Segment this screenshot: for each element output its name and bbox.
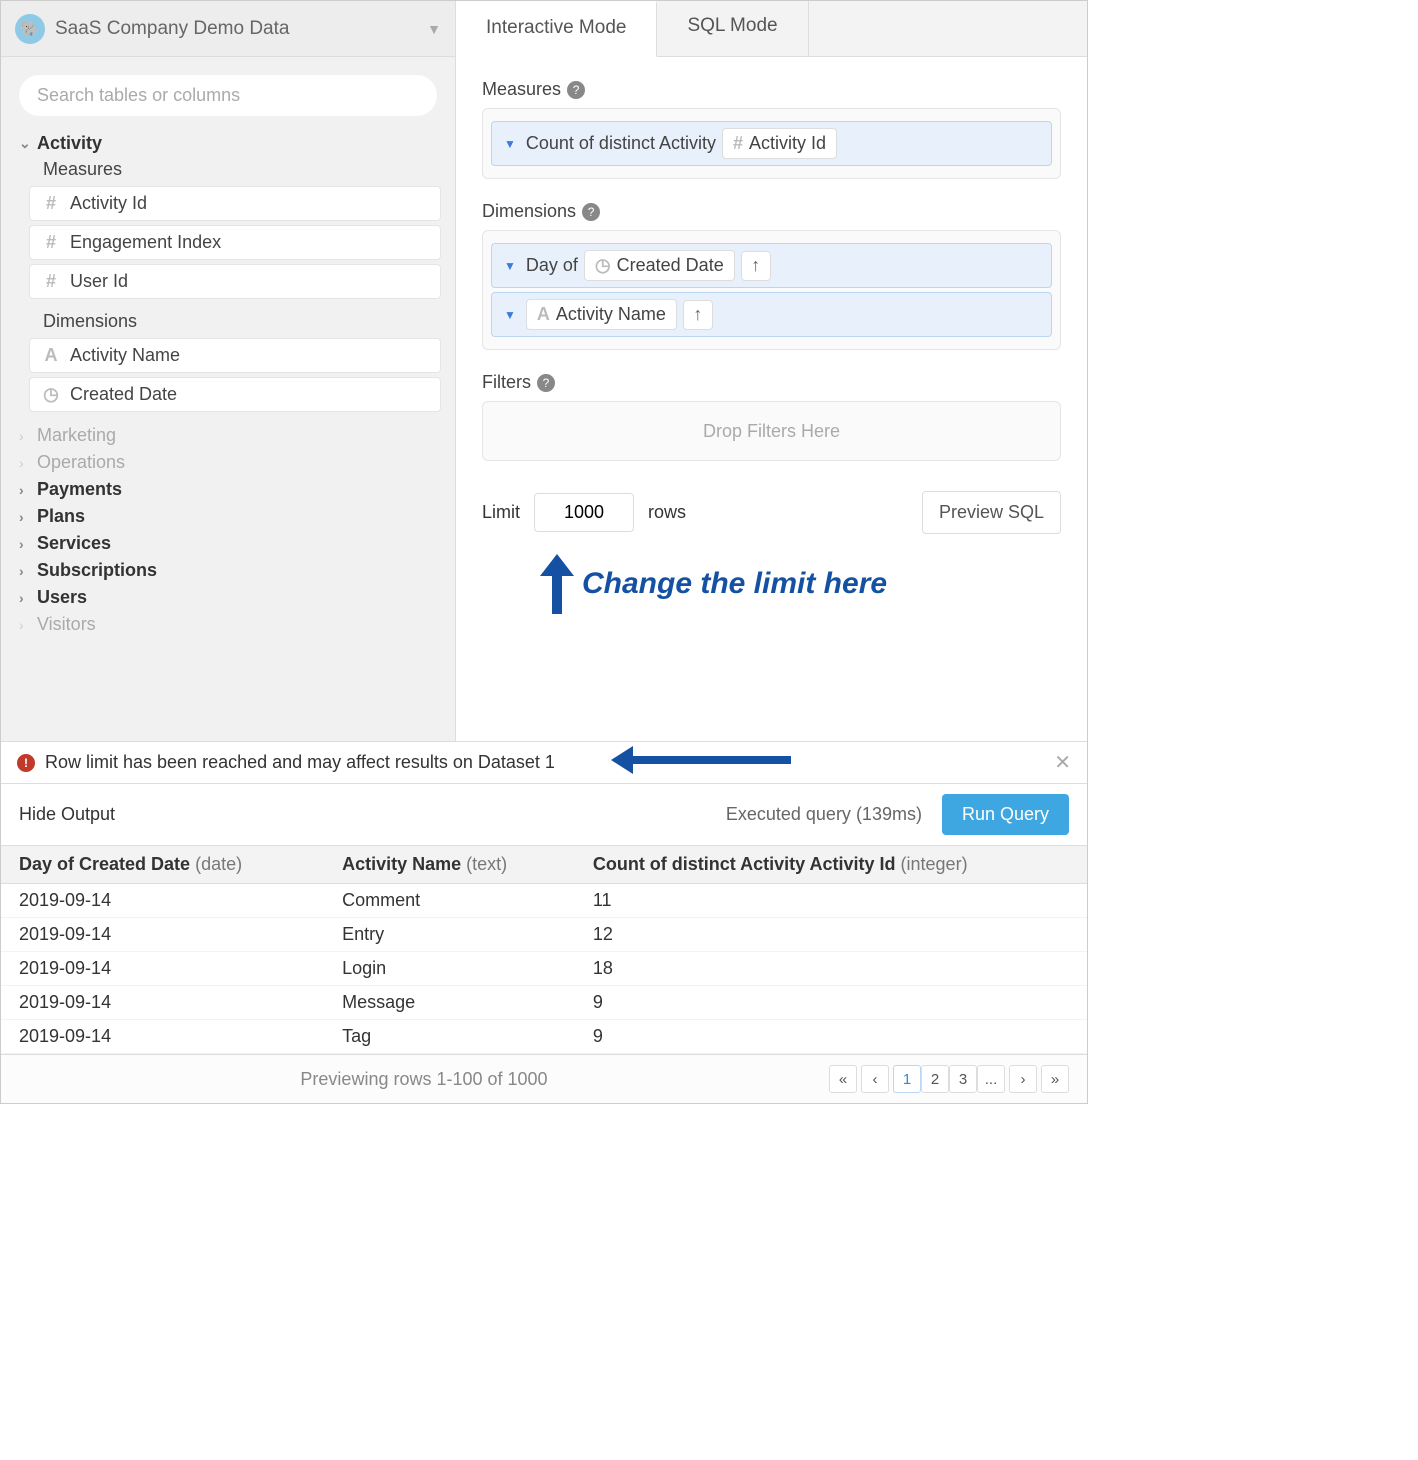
column-header[interactable]: Activity Name (text) [324, 846, 575, 884]
table-users[interactable]: ›Users [1, 584, 455, 611]
dimensions-header: Dimensions [1, 309, 455, 334]
chevron-right-icon: › [19, 509, 37, 525]
table-row: 2019-09-14Entry12 [1, 918, 1087, 952]
tab-sql[interactable]: SQL Mode [657, 1, 808, 57]
main-panel: Interactive Mode SQL Mode Measures ? ▼ C… [456, 1, 1087, 741]
limit-label: Limit [482, 502, 520, 523]
page-number[interactable]: ... [977, 1065, 1005, 1093]
dimension-chip[interactable]: ▼ AActivity Name↑ [491, 292, 1052, 337]
table-activity[interactable]: ⌄ Activity [1, 130, 455, 157]
type-icon: ◷ [40, 384, 62, 405]
measure-item[interactable]: #Activity Id [29, 186, 441, 221]
table-payments[interactable]: ›Payments [1, 476, 455, 503]
table-services[interactable]: ›Services [1, 530, 455, 557]
table-visitors[interactable]: ›Visitors [1, 611, 455, 638]
measure-chip[interactable]: ▼ Count of distinct Activity # Activity … [491, 121, 1052, 166]
postgres-icon: 🐘 [15, 14, 45, 44]
pager: « ‹ 123... › » [829, 1065, 1069, 1093]
table-operations[interactable]: ›Operations [1, 449, 455, 476]
measures-header: Measures [1, 157, 455, 182]
hash-icon: # [40, 271, 62, 292]
search-input[interactable] [19, 75, 437, 116]
chevron-down-icon[interactable]: ▼ [500, 259, 520, 273]
page-next[interactable]: › [1009, 1065, 1037, 1093]
chevron-right-icon: › [19, 455, 37, 471]
limit-input[interactable] [534, 493, 634, 532]
sort-asc-icon[interactable]: ↑ [741, 251, 771, 281]
tab-interactive[interactable]: Interactive Mode [456, 1, 657, 57]
table-row: 2019-09-14Message9 [1, 986, 1087, 1020]
chevron-right-icon: › [19, 482, 37, 498]
datasource-selector[interactable]: 🐘 SaaS Company Demo Data ▼ [1, 1, 455, 57]
type-icon: A [40, 345, 62, 366]
help-icon[interactable]: ? [537, 374, 555, 392]
measures-drop[interactable]: ▼ Count of distinct Activity # Activity … [482, 108, 1061, 179]
annotation-change-limit: Change the limit here [542, 554, 1061, 614]
field-chip[interactable]: ◷Created Date [584, 250, 735, 281]
dimensions-label: Dimensions ? [482, 201, 1061, 222]
help-icon[interactable]: ? [567, 81, 585, 99]
close-icon[interactable]: ✕ [1054, 750, 1071, 775]
filters-label: Filters ? [482, 372, 1061, 393]
chevron-right-icon: › [19, 590, 37, 606]
chevron-down-icon: ⌄ [19, 135, 37, 152]
hash-icon: # [733, 133, 743, 154]
chevron-right-icon: › [19, 536, 37, 552]
field-chip[interactable]: AActivity Name [526, 299, 677, 330]
hide-output-link[interactable]: Hide Output [19, 804, 115, 825]
table-row: 2019-09-14Tag9 [1, 1020, 1087, 1054]
chevron-down-icon[interactable]: ▼ [500, 308, 520, 322]
table-subscriptions[interactable]: ›Subscriptions [1, 557, 455, 584]
dimension-item[interactable]: AActivity Name [29, 338, 441, 373]
column-header[interactable]: Count of distinct Activity Activity Id (… [575, 846, 1087, 884]
measure-item[interactable]: #User Id [29, 264, 441, 299]
hash-icon: # [40, 232, 62, 253]
sort-asc-icon[interactable]: ↑ [683, 300, 713, 330]
dimensions-drop[interactable]: ▼Day of◷Created Date↑▼AActivity Name↑ [482, 230, 1061, 350]
warning-bar: ! Row limit has been reached and may aff… [1, 741, 1087, 784]
help-icon[interactable]: ? [582, 203, 600, 221]
page-number[interactable]: 1 [893, 1065, 921, 1093]
sidebar: 🐘 SaaS Company Demo Data ▼ ⌄ Activity Me… [1, 1, 456, 741]
page-number[interactable]: 3 [949, 1065, 977, 1093]
table-tree: ⌄ Activity Measures #Activity Id #Engagem… [1, 130, 455, 648]
type-icon: ◷ [595, 255, 611, 276]
column-header[interactable]: Day of Created Date (date) [1, 846, 324, 884]
measure-item[interactable]: #Engagement Index [29, 225, 441, 260]
results-table: Day of Created Date (date)Activity Name … [1, 845, 1087, 1054]
run-query-button[interactable]: Run Query [942, 794, 1069, 835]
dimension-item[interactable]: ◷Created Date [29, 377, 441, 412]
preview-sql-button[interactable]: Preview SQL [922, 491, 1061, 534]
chevron-down-icon[interactable]: ▼ [500, 137, 520, 151]
preview-range: Previewing rows 1-100 of 1000 [19, 1069, 829, 1090]
page-number[interactable]: 2 [921, 1065, 949, 1093]
chevron-down-icon: ▼ [427, 21, 441, 37]
exec-time: Executed query (139ms) [726, 804, 922, 825]
table-marketing[interactable]: ›Marketing [1, 422, 455, 449]
table-plans[interactable]: ›Plans [1, 503, 455, 530]
alert-icon: ! [17, 754, 35, 772]
page-prev[interactable]: ‹ [861, 1065, 889, 1093]
warning-text: Row limit has been reached and may affec… [45, 752, 555, 773]
chevron-right-icon: › [19, 617, 37, 633]
measures-label: Measures ? [482, 79, 1061, 100]
chevron-right-icon: › [19, 428, 37, 444]
page-last[interactable]: » [1041, 1065, 1069, 1093]
dimension-chip[interactable]: ▼Day of◷Created Date↑ [491, 243, 1052, 288]
page-first[interactable]: « [829, 1065, 857, 1093]
mode-tabs: Interactive Mode SQL Mode [456, 1, 1087, 57]
chevron-right-icon: › [19, 563, 37, 579]
field-chip[interactable]: # Activity Id [722, 128, 837, 159]
arrow-left-icon [611, 748, 791, 772]
limit-suffix: rows [648, 502, 686, 523]
datasource-name: SaaS Company Demo Data [55, 18, 427, 40]
arrow-up-icon [542, 554, 572, 614]
table-row: 2019-09-14Comment11 [1, 884, 1087, 918]
table-row: 2019-09-14Login18 [1, 952, 1087, 986]
filters-drop[interactable]: Drop Filters Here [482, 401, 1061, 461]
type-icon: A [537, 304, 550, 325]
hash-icon: # [40, 193, 62, 214]
